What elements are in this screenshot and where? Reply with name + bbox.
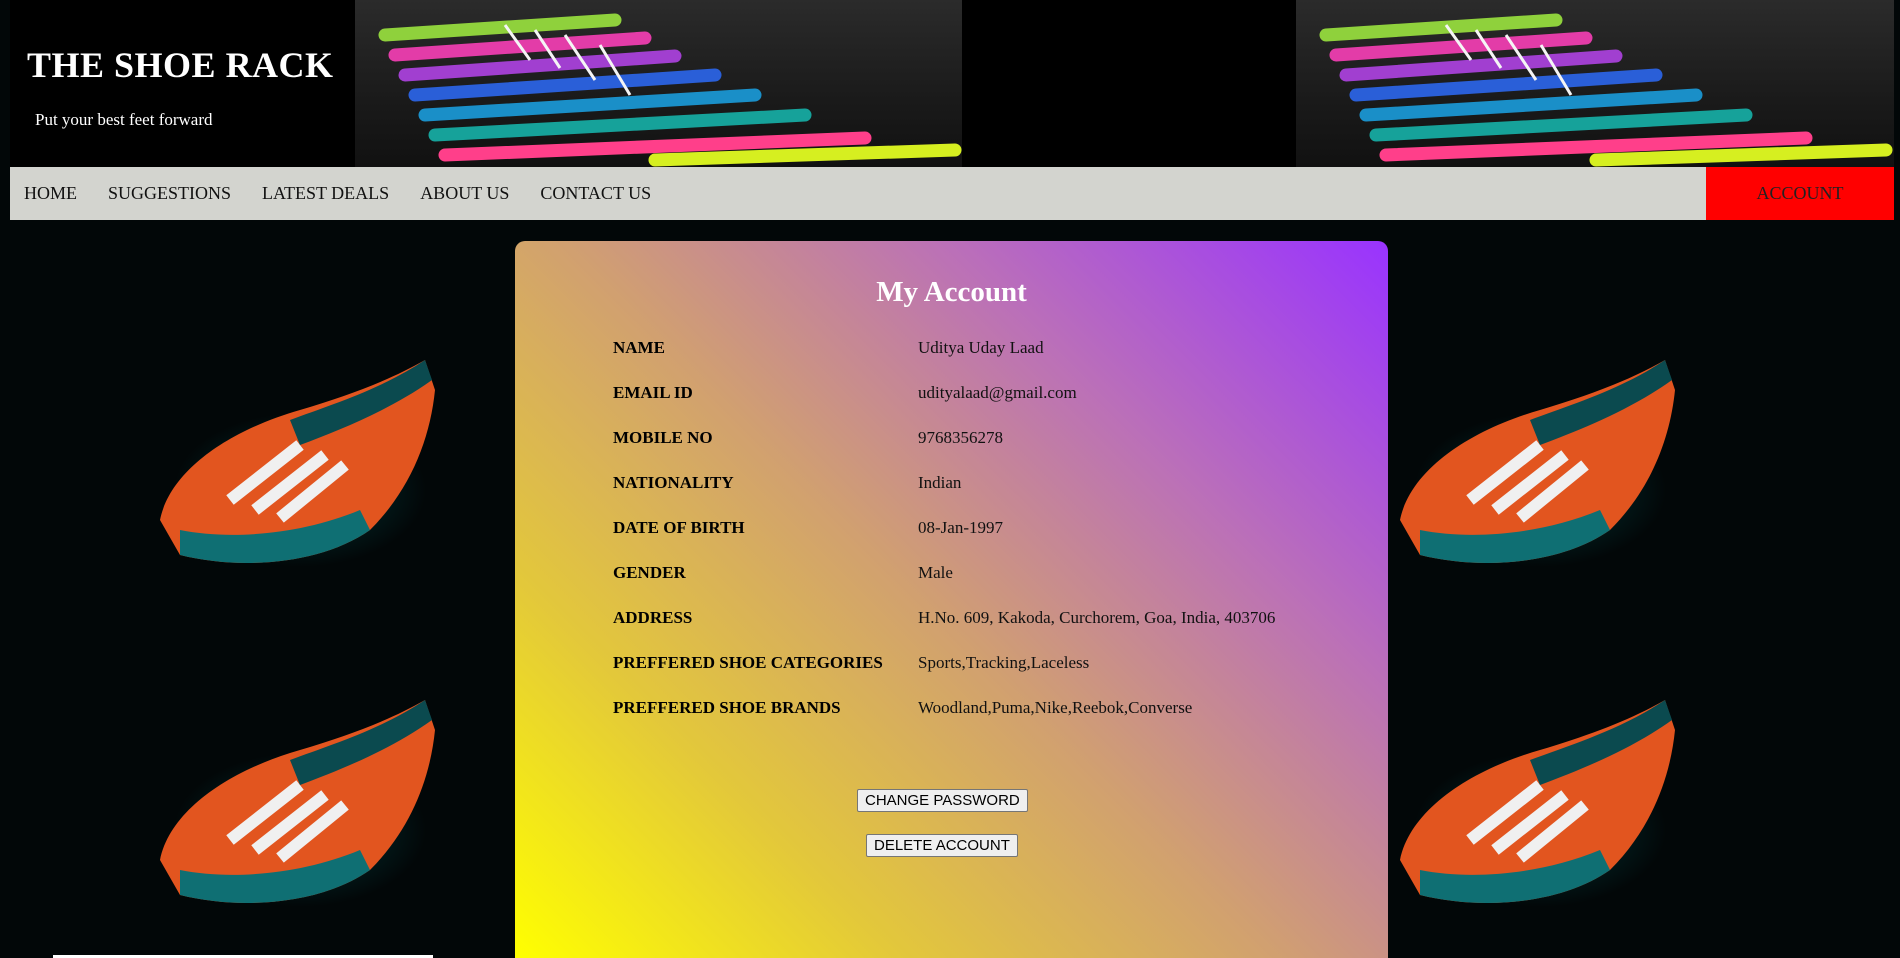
account-details-table: NAME Uditya Uday Laad EMAIL ID udityalaa… [613,325,1275,730]
account-card: My Account NAME Uditya Uday Laad EMAIL I… [515,241,1388,958]
header-banner-image [1296,0,1894,167]
table-row: GENDER Male [613,550,1275,595]
nav-item-account[interactable]: ACCOUNT [1706,167,1894,220]
field-label-name: NAME [613,337,665,357]
field-label-date-of-birth: DATE OF BIRTH [613,517,745,537]
delete-account-button[interactable]: DELETE ACCOUNT [866,834,1018,857]
field-value-shoe-categories: Sports,Tracking,Laceless [918,652,1090,672]
field-value-address: H.No. 609, Kakoda, Curchorem, Goa, India… [918,607,1276,627]
shoes-row-image [378,13,962,167]
page: THE SHOE RACK Put your best feet forward… [0,0,1900,958]
field-value-mobile: 9768356278 [918,427,1003,447]
background-shoe-image [160,700,435,903]
table-row: EMAIL ID udityalaad@gmail.com [613,370,1275,415]
field-value-email: udityalaad@gmail.com [918,382,1077,402]
field-label-mobile: MOBILE NO [613,427,713,447]
site-header: THE SHOE RACK Put your best feet forward [10,0,1894,167]
nav-item-latest-deals[interactable]: LATEST DEALS [262,183,389,204]
nav-item-home[interactable]: HOME [24,183,77,204]
field-label-shoe-categories: PREFFERED SHOE CATEGORIES [613,652,883,672]
page-title: My Account [876,276,1027,308]
nav-item-about-us[interactable]: ABOUT US [420,183,509,204]
field-value-date-of-birth: 08-Jan-1997 [918,517,1003,537]
field-label-shoe-brands: PREFFERED SHOE BRANDS [613,697,841,717]
table-row: MOBILE NO 9768356278 [613,415,1275,460]
background-shoe-image [1400,360,1675,563]
table-row: DATE OF BIRTH 08-Jan-1997 [613,505,1275,550]
table-row: PREFFERED SHOE BRANDS Woodland,Puma,Nike… [613,685,1275,730]
main-nav: HOME SUGGESTIONS LATEST DEALS ABOUT US C… [10,167,1894,220]
background-shoe-image [1400,700,1675,903]
nav-list: HOME SUGGESTIONS LATEST DEALS ABOUT US C… [10,167,682,220]
field-label-gender: GENDER [613,562,686,582]
background-shoe-image [160,360,435,563]
header-banner-image [355,0,962,167]
shoes-row-image [1319,13,1893,167]
field-label-nationality: NATIONALITY [613,472,734,492]
nav-item-suggestions[interactable]: SUGGESTIONS [108,183,231,204]
table-row: PREFFERED SHOE CATEGORIES Sports,Trackin… [613,640,1275,685]
field-label-address: ADDRESS [613,607,693,627]
field-value-name: Uditya Uday Laad [918,337,1044,357]
site-title: THE SHOE RACK [27,45,334,85]
site-tagline: Put your best feet forward [35,110,213,129]
table-row: ADDRESS H.No. 609, Kakoda, Curchorem, Go… [613,595,1275,640]
field-value-gender: Male [918,562,953,582]
table-row: NATIONALITY Indian [613,460,1275,505]
field-value-nationality: Indian [918,472,962,492]
nav-item-contact-us[interactable]: CONTACT US [540,183,651,204]
field-value-shoe-brands: Woodland,Puma,Nike,Reebok,Converse [918,697,1193,717]
table-row: NAME Uditya Uday Laad [613,325,1275,370]
change-password-button[interactable]: CHANGE PASSWORD [857,789,1028,812]
field-label-email: EMAIL ID [613,382,693,402]
